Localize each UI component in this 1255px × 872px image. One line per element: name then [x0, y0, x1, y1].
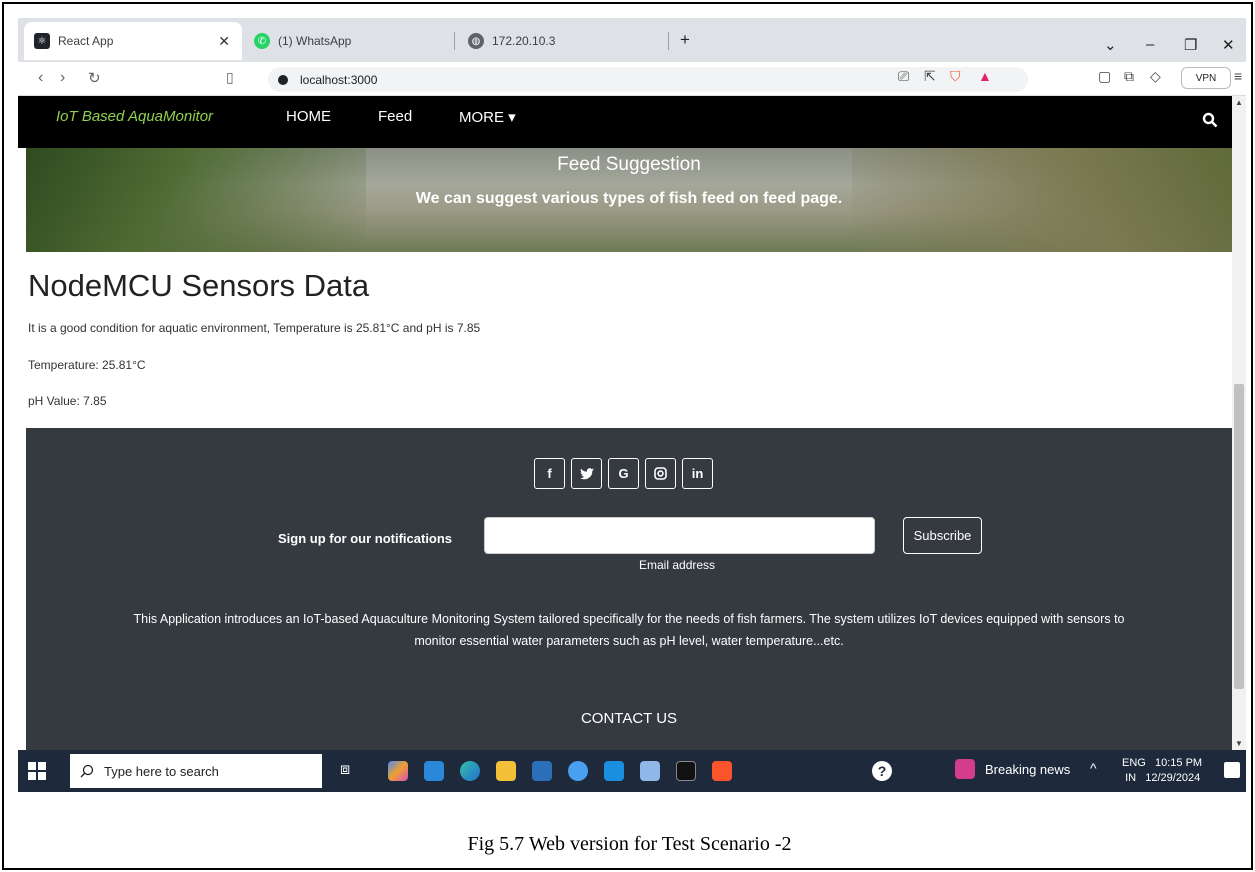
tab-divider [454, 32, 455, 50]
wallet-icon[interactable]: ◇ [1150, 68, 1161, 85]
new-tab-icon[interactable]: + [680, 30, 690, 50]
figure-frame: ⚛ React App ✕ ✆ (1) WhatsApp ◍ 172.20.10… [2, 2, 1253, 870]
hero-banner: Feed Suggestion We can suggest various t… [26, 148, 1232, 252]
notification-icon[interactable] [1224, 762, 1240, 778]
signup-label: Sign up for our notifications [278, 531, 453, 546]
twitter-icon[interactable] [571, 458, 602, 489]
page-title: NodeMCU Sensors Data [28, 268, 370, 303]
tab-label: React App [58, 34, 114, 48]
browser-toolbar: ‹ › ↻ ▯ localhost:3000 ⎚ ⇱ ⛉ ▲ ▢ ⧉ ◇ VPN… [18, 62, 1246, 96]
scrollbar-thumb[interactable] [1234, 384, 1244, 689]
twitter-bird-icon [579, 467, 594, 479]
react-icon: ⚛ [34, 33, 50, 49]
reload-icon[interactable]: ↻ [88, 69, 101, 87]
footer: f G in Sign up for our notifications Ema… [26, 428, 1232, 750]
copilot-icon[interactable] [388, 761, 408, 781]
hero-title: Feed Suggestion [557, 154, 701, 175]
scroll-up-icon[interactable]: ▲ [1235, 98, 1243, 107]
close-tab-icon[interactable]: ✕ [218, 33, 230, 50]
url-text: localhost:3000 [300, 72, 378, 87]
instagram-glyph-icon [654, 467, 667, 480]
windows-taskbar: Type here to search ⧈ ? Breaking news ^ … [18, 750, 1246, 792]
forward-icon[interactable]: › [60, 69, 65, 87]
file-explorer-icon[interactable] [496, 761, 516, 781]
vpn-label: VPN [1195, 72, 1217, 84]
news-widget[interactable]: Breaking news [955, 759, 1070, 779]
contact-heading[interactable]: CONTACT US [26, 710, 1232, 727]
globe-icon: ◍ [468, 33, 484, 49]
tab-react-app[interactable]: ⚛ React App ✕ [24, 22, 242, 60]
back-icon[interactable]: ‹ [38, 69, 43, 87]
figure-caption: Fig 5.7 Web version for Test Scenario -2 [467, 833, 792, 855]
page-viewport: IoT Based AquaMonitor HOME Feed MORE ▾ F… [18, 96, 1232, 750]
nav-feed[interactable]: Feed [378, 108, 412, 125]
tab-label: 172.20.10.3 [492, 34, 556, 48]
page-scrollbar[interactable]: ▲ ▼ [1232, 96, 1246, 750]
terminal-icon[interactable] [676, 761, 696, 781]
system-tray[interactable]: ENG 10:15 PM IN 12/29/2024 [1122, 756, 1202, 786]
subscribe-button[interactable]: Subscribe [903, 517, 982, 554]
nav-home[interactable]: HOME [286, 108, 331, 125]
app-icon[interactable] [568, 761, 588, 781]
clock-date: 12/29/2024 [1145, 772, 1201, 784]
instagram-icon[interactable] [645, 458, 676, 489]
taskbar-search-placeholder: Type here to search [104, 763, 219, 779]
email-input[interactable] [484, 517, 875, 554]
facebook-icon[interactable]: f [534, 458, 565, 489]
help-icon[interactable]: ? [872, 761, 892, 781]
windows-start-icon[interactable] [28, 762, 46, 780]
close-window-icon[interactable]: ✕ [1222, 36, 1235, 54]
bookmark-icon[interactable]: ▯ [226, 69, 234, 86]
hero-subtitle: We can suggest various types of fish fee… [415, 190, 843, 207]
mail-icon[interactable] [424, 761, 444, 781]
task-view-icon[interactable]: ⧈ [340, 761, 360, 781]
address-bar[interactable]: localhost:3000 [268, 67, 1028, 92]
brave-rewards-icon[interactable]: ▲ [978, 68, 992, 84]
tab-search-icon[interactable]: ⧉ [1124, 68, 1134, 85]
news-label: Breaking news [985, 761, 1071, 777]
email-label: Email address [639, 558, 716, 572]
brand-logo[interactable]: IoT Based AquaMonitor [56, 108, 213, 125]
ph-value: pH Value: 7.85 [28, 394, 107, 408]
nav-more-label: MORE [459, 109, 504, 126]
news-icon [955, 759, 975, 779]
taskbar-search[interactable]: Type here to search [70, 754, 322, 788]
caret-down-icon: ▾ [508, 109, 516, 126]
cast-icon[interactable]: ⎚ [898, 68, 909, 85]
site-info-icon[interactable] [278, 74, 288, 85]
vpn-button[interactable]: VPN [1181, 67, 1231, 89]
browser-tabbar: ⚛ React App ✕ ✆ (1) WhatsApp ◍ 172.20.10… [18, 18, 1246, 62]
tab-divider [668, 32, 669, 50]
footer-description: This Application introduces an IoT-based… [133, 612, 1125, 648]
dev-home-icon[interactable] [532, 761, 552, 781]
nav-more[interactable]: MORE ▾ [459, 108, 516, 126]
app-navbar: IoT Based AquaMonitor HOME Feed MORE ▾ [18, 96, 1232, 148]
chevron-down-icon[interactable]: ⌄ [1104, 36, 1117, 54]
linkedin-icon[interactable]: in [682, 458, 713, 489]
search-icon[interactable] [1202, 112, 1218, 128]
minimize-icon[interactable]: – [1146, 36, 1154, 53]
status-text: It is a good condition for aquatic envir… [28, 321, 481, 335]
tray-chevron-icon[interactable]: ^ [1090, 760, 1097, 776]
vscode-icon[interactable] [604, 761, 624, 781]
restore-icon[interactable]: ❐ [1184, 36, 1197, 54]
clock-time: 10:15 PM [1155, 757, 1203, 769]
menu-icon[interactable]: ≡ [1234, 68, 1242, 84]
temperature-value: Temperature: 25.81°C [28, 358, 146, 372]
lang-top: ENG [1122, 757, 1146, 769]
sidebar-icon[interactable]: ▢ [1098, 68, 1111, 85]
share-icon[interactable]: ⇱ [924, 68, 936, 85]
edge-icon[interactable] [460, 761, 480, 781]
scroll-down-icon[interactable]: ▼ [1235, 739, 1243, 748]
tab-label: (1) WhatsApp [278, 34, 352, 48]
tab-ip[interactable]: ◍ 172.20.10.3 [458, 22, 668, 60]
whatsapp-icon: ✆ [254, 33, 270, 49]
google-icon[interactable]: G [608, 458, 639, 489]
lang-bottom: IN [1125, 772, 1137, 784]
tab-whatsapp[interactable]: ✆ (1) WhatsApp [244, 22, 454, 60]
brave-icon[interactable] [712, 761, 732, 781]
brave-shield-icon[interactable]: ⛉ [950, 68, 961, 85]
search-icon [80, 764, 94, 778]
notes-icon[interactable] [640, 761, 660, 781]
